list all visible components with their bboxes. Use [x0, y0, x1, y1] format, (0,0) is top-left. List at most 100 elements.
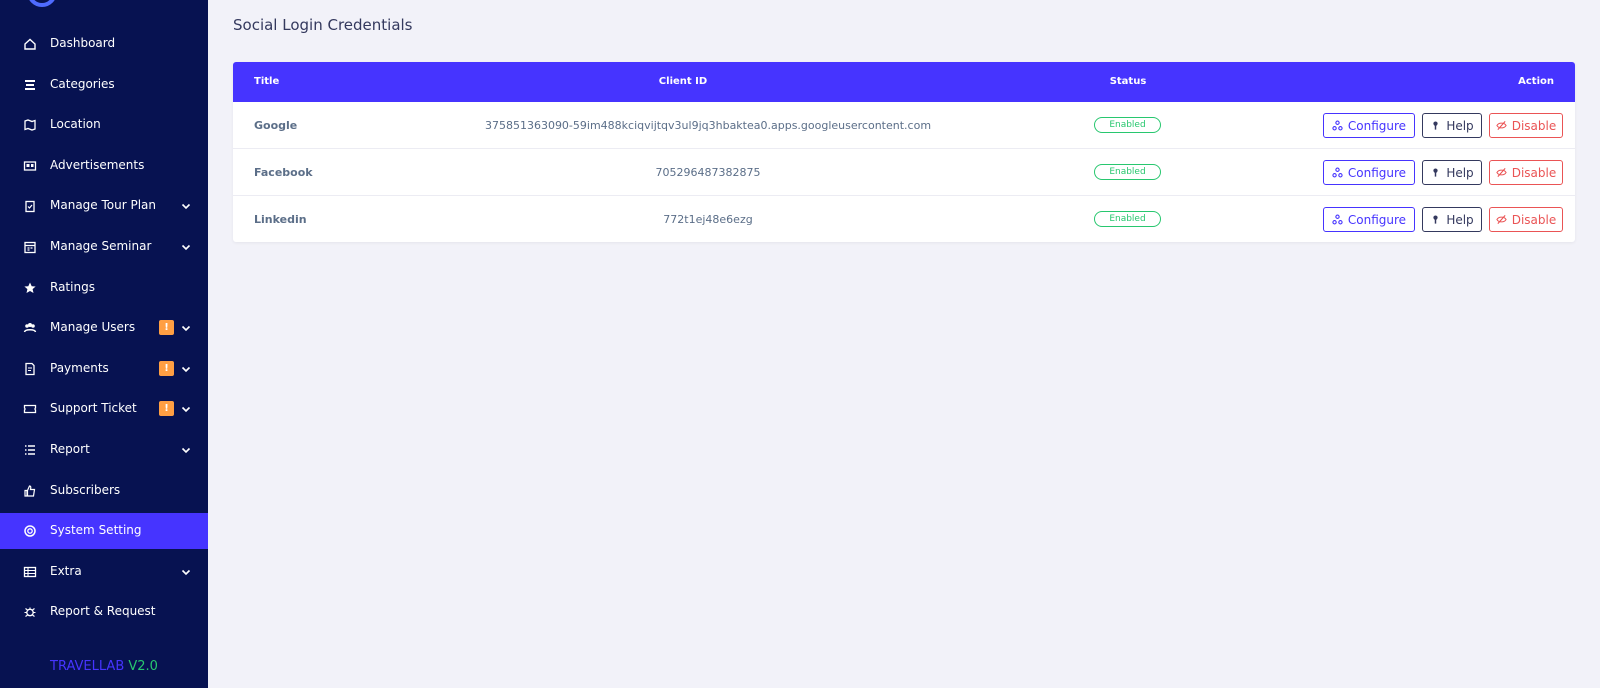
- list-icon: [23, 443, 37, 457]
- sidebar-item-label: Ratings: [50, 280, 95, 294]
- sidebar-item-label: Location: [50, 117, 101, 131]
- invoice-icon: [23, 362, 37, 376]
- sidebar-item-label: Extra: [50, 564, 82, 578]
- configure-icon: [1332, 120, 1343, 131]
- row-client-id: 705296487382875: [655, 166, 761, 179]
- sidebar-item-label: Subscribers: [50, 483, 121, 497]
- clipboard-icon: [23, 199, 37, 213]
- header-status: Status: [1109, 76, 1147, 87]
- sidebar-item-label: Manage Users: [50, 320, 136, 334]
- help-label: Help: [1446, 212, 1474, 227]
- help-button[interactable]: Help: [1422, 113, 1482, 138]
- sidebar-item-manage-tour-plan[interactable]: Manage Tour Plan: [0, 188, 208, 224]
- configure-label: Configure: [1347, 212, 1407, 227]
- map-icon: [23, 118, 37, 132]
- status-badge: Enabled: [1094, 117, 1161, 133]
- help-icon: [1430, 214, 1441, 225]
- row-client-id: 375851363090-59im488kciqvijtqv3ul9jq3hba…: [484, 119, 932, 132]
- sidebar-item-label: Payments: [50, 361, 109, 375]
- help-button[interactable]: Help: [1422, 207, 1482, 232]
- table-row: Facebook 705296487382875 Enabled Configure H…: [233, 149, 1575, 196]
- disable-button[interactable]: Disable: [1489, 207, 1563, 232]
- bug-icon: [23, 605, 37, 619]
- logo-icon: [29, 0, 55, 7]
- configure-button[interactable]: Configure: [1323, 160, 1415, 185]
- configure-icon: [1332, 167, 1343, 178]
- disable-button[interactable]: Disable: [1489, 160, 1563, 185]
- warning-badge: !: [159, 320, 174, 335]
- sidebar-item-location[interactable]: Location: [0, 107, 208, 143]
- configure-label: Configure: [1347, 165, 1407, 180]
- sidebar-item-label: Support Ticket: [50, 401, 137, 415]
- sidebar-item-categories[interactable]: Categories: [0, 67, 208, 103]
- table-icon: [23, 565, 37, 579]
- disable-label: Disable: [1511, 118, 1557, 133]
- chevron-down-icon[interactable]: [180, 363, 192, 375]
- chevron-down-icon[interactable]: [180, 444, 192, 456]
- ticket-icon: [23, 402, 37, 416]
- row-title: Linkedin: [254, 213, 307, 226]
- header-client-id: Client ID: [658, 76, 708, 87]
- warning-badge: !: [159, 401, 174, 416]
- disable-label: Disable: [1511, 212, 1557, 227]
- sidebar-item-label: System Setting: [50, 523, 142, 537]
- sidebar-item-label: Manage Tour Plan: [50, 198, 156, 212]
- chevron-down-icon[interactable]: [180, 241, 192, 253]
- row-title: Facebook: [254, 166, 313, 179]
- sidebar-item-label: Report: [50, 442, 90, 456]
- sidebar-item-label: Manage Seminar: [50, 239, 152, 253]
- sidebar-item-manage-users[interactable]: Manage Users!: [0, 310, 208, 346]
- header-action: Action: [1518, 76, 1554, 87]
- eye-slash-icon: [1496, 214, 1507, 225]
- lifebuoy-icon: [23, 524, 37, 538]
- table-row: Linkedin 772t1ej48e6ezg Enabled Configure He…: [233, 196, 1575, 242]
- status-badge: Enabled: [1094, 211, 1161, 227]
- warning-badge: !: [159, 361, 174, 376]
- configure-button[interactable]: Configure: [1323, 113, 1415, 138]
- sidebar-item-manage-seminar[interactable]: Manage Seminar: [0, 229, 208, 265]
- sidebar-item-dashboard[interactable]: Dashboard: [0, 26, 208, 62]
- configure-label: Configure: [1347, 118, 1407, 133]
- users-icon: [23, 321, 37, 335]
- sidebar-item-extra[interactable]: Extra: [0, 554, 208, 590]
- help-label: Help: [1446, 118, 1474, 133]
- chevron-down-icon[interactable]: [180, 566, 192, 578]
- row-title: Google: [254, 119, 298, 132]
- credentials-table: Title Client ID Status Action Google 3758…: [233, 62, 1575, 242]
- sidebar-item-report-request[interactable]: Report & Request: [0, 594, 208, 630]
- configure-button[interactable]: Configure: [1323, 207, 1415, 232]
- sidebar-item-advertisements[interactable]: Advertisements: [0, 148, 208, 184]
- star-icon: [23, 281, 37, 295]
- page-title: Social Login Credentials: [233, 16, 413, 34]
- sidebar-item-report[interactable]: Report: [0, 432, 208, 468]
- disable-button[interactable]: Disable: [1489, 113, 1563, 138]
- version-label: TRAVELLAB V2.0: [0, 659, 208, 674]
- sidebar-item-label: Categories: [50, 77, 115, 91]
- sidebar-item-support-ticket[interactable]: Support Ticket!: [0, 391, 208, 427]
- disable-label: Disable: [1511, 165, 1557, 180]
- help-label: Help: [1446, 165, 1474, 180]
- sidebar-item-payments[interactable]: Payments!: [0, 351, 208, 387]
- layers-icon: [23, 78, 37, 92]
- home-icon: [23, 37, 37, 51]
- calendar-icon: [23, 240, 37, 254]
- help-button[interactable]: Help: [1422, 160, 1482, 185]
- sidebar: Dashboard Categories Location Advertisement…: [0, 0, 208, 688]
- configure-icon: [1332, 214, 1343, 225]
- version-number: V2.0: [128, 659, 158, 674]
- sidebar-item-label: Report & Request: [50, 604, 156, 618]
- sidebar-item-system-setting[interactable]: System Setting: [0, 513, 208, 549]
- sidebar-item-subscribers[interactable]: Subscribers: [0, 473, 208, 509]
- table-header: Title Client ID Status Action: [233, 62, 1575, 102]
- eye-slash-icon: [1496, 120, 1507, 131]
- table-row: Google 375851363090-59im488kciqvijtqv3ul9…: [233, 102, 1575, 149]
- row-client-id: 772t1ej48e6ezg: [663, 213, 753, 226]
- version-brand: TRAVELLAB: [50, 659, 125, 674]
- chevron-down-icon[interactable]: [180, 200, 192, 212]
- header-title: Title: [254, 76, 280, 87]
- sidebar-item-ratings[interactable]: Ratings: [0, 270, 208, 306]
- ad-icon: [23, 159, 37, 173]
- chevron-down-icon[interactable]: [180, 322, 192, 334]
- help-icon: [1430, 120, 1441, 131]
- chevron-down-icon[interactable]: [180, 403, 192, 415]
